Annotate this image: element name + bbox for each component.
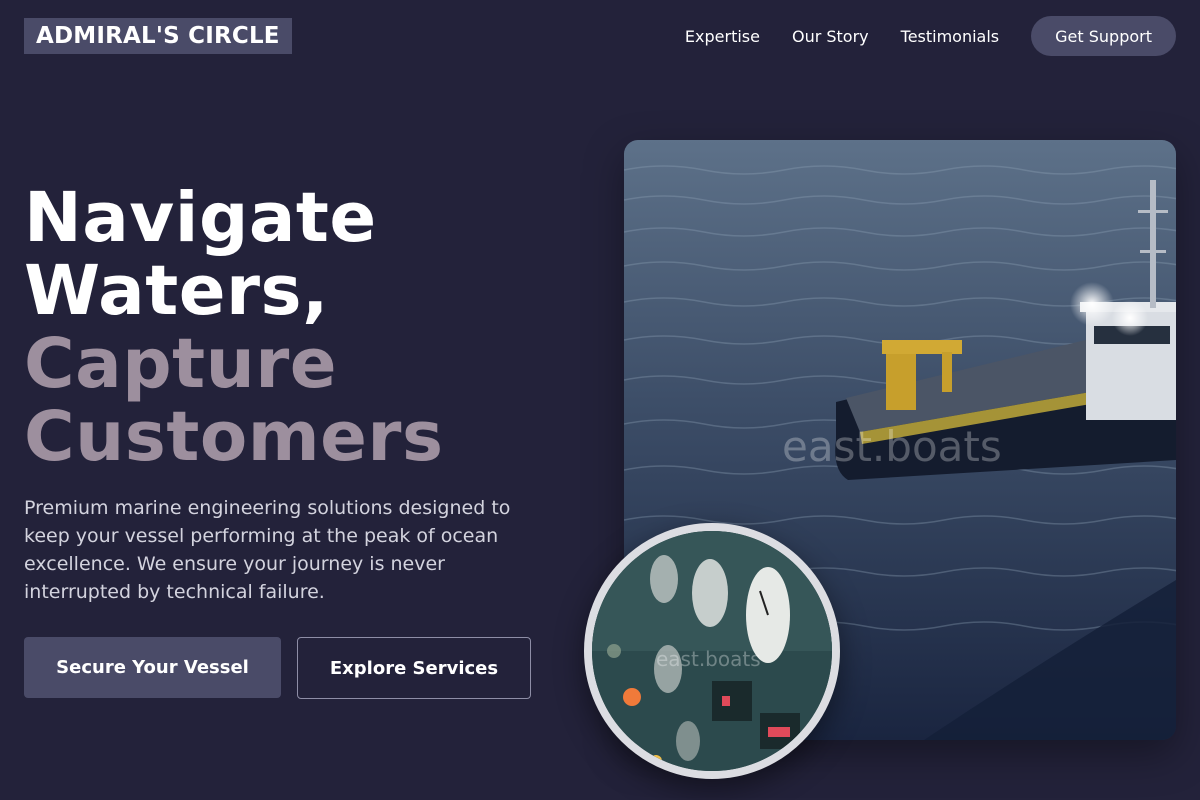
nav-link-testimonials[interactable]: Testimonials — [901, 27, 1000, 46]
main-nav: Expertise Our Story Testimonials Get Sup… — [685, 16, 1176, 56]
gauges-inset-image: east.boats — [584, 523, 840, 779]
gauges-illustration — [592, 531, 832, 771]
headline-line-3: Capture — [24, 324, 338, 404]
landing-page: ADMIRAL'S CIRCLE Expertise Our Story Tes… — [0, 0, 1200, 800]
explore-services-button[interactable]: Explore Services — [297, 637, 531, 699]
headline-line-4: Customers — [24, 397, 444, 477]
get-support-button[interactable]: Get Support — [1031, 16, 1176, 56]
hero-description: Premium marine engineering solutions des… — [24, 497, 511, 603]
hero-headline: Navigate Waters, Capture Customers — [24, 182, 444, 474]
headline-line-1: Navigate — [24, 178, 377, 258]
headline-line-2: Waters, — [24, 251, 329, 331]
secure-vessel-button[interactable]: Secure Your Vessel — [24, 637, 281, 698]
nav-link-our-story[interactable]: Our Story — [792, 27, 869, 46]
logo[interactable]: ADMIRAL'S CIRCLE — [24, 18, 292, 54]
nav-link-expertise[interactable]: Expertise — [685, 27, 760, 46]
